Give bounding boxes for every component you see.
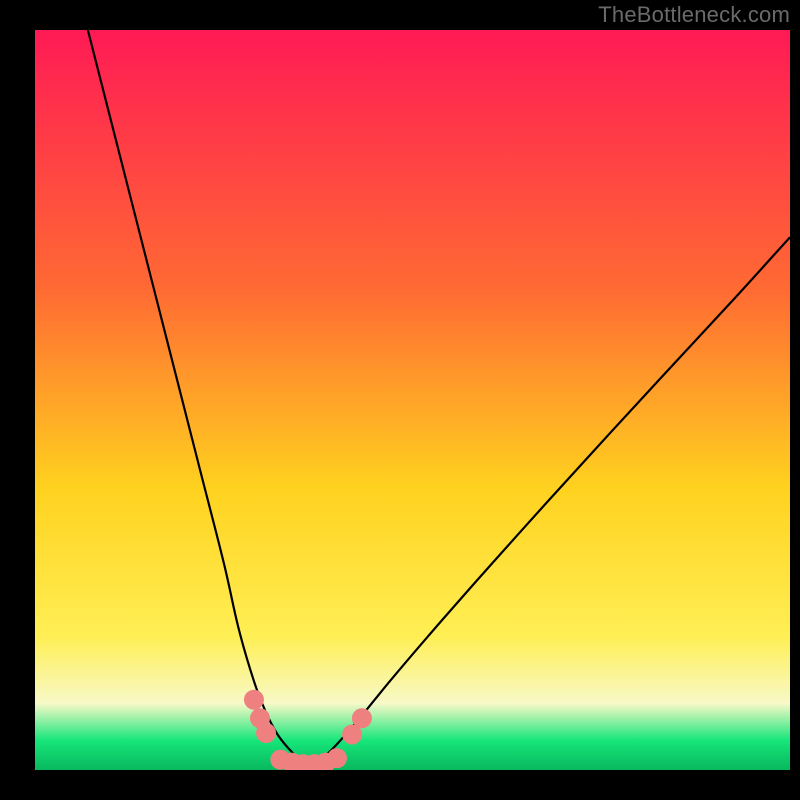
chart-svg xyxy=(0,0,800,800)
gradient-background xyxy=(35,30,790,770)
marker-dot xyxy=(256,723,276,743)
marker-dot xyxy=(327,748,347,768)
marker-dot xyxy=(244,690,264,710)
chart-canvas: TheBottleneck.com xyxy=(0,0,800,800)
watermark-text: TheBottleneck.com xyxy=(598,2,790,28)
marker-dot xyxy=(352,708,372,728)
